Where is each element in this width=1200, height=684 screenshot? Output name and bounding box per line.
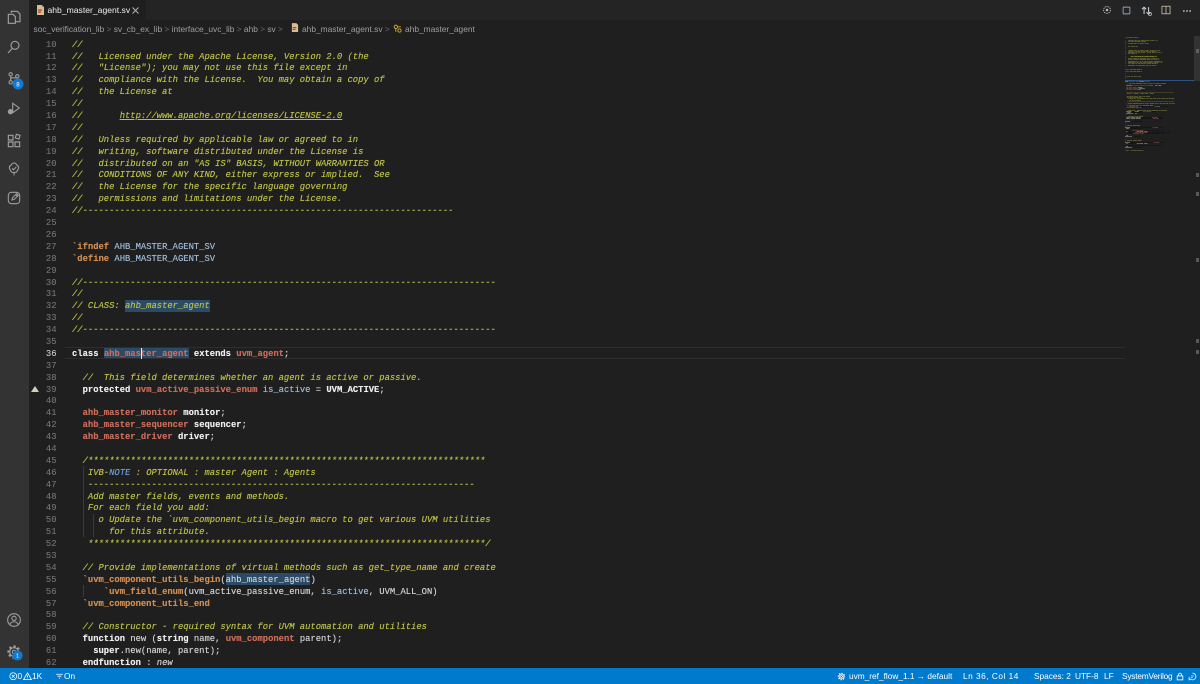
svg-text:8: 8 xyxy=(16,81,20,88)
svg-text:1: 1 xyxy=(16,654,19,660)
